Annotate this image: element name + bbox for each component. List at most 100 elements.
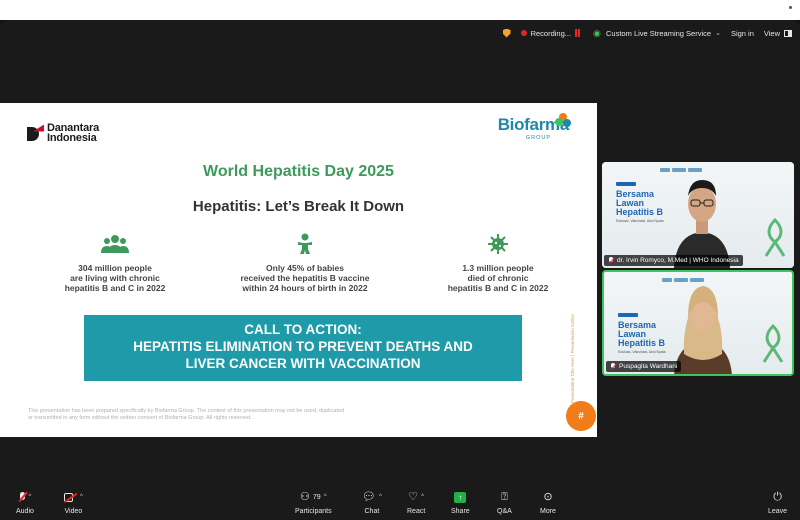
participants-icon: ⚇	[300, 491, 310, 503]
poster-tag	[616, 182, 636, 186]
stat2-line2: received the hepatitis B vaccine	[240, 273, 370, 283]
biofarma-group-label: GROUP	[525, 135, 551, 141]
poster-tag	[618, 313, 638, 317]
participant-name: Puspagita Wardhani	[619, 363, 678, 370]
view-button[interactable]: View	[764, 29, 792, 38]
poster-small-text: Edukasi, Vaksinasi, Aksi Nyata	[618, 350, 666, 354]
microphone-muted-icon	[19, 491, 26, 503]
awareness-ribbon-icon	[764, 218, 786, 257]
broadcast-icon: ◉	[593, 27, 601, 38]
participant-count: 79	[312, 493, 321, 501]
video-button[interactable]: ^ Video	[64, 490, 83, 515]
zoom-meeting-window: Recording... ◉ Custom Live Streaming Ser…	[0, 0, 800, 520]
stat1-line1: 304 million people	[78, 263, 152, 273]
participant-name-bar: Puspagita Wardhani	[606, 361, 682, 372]
danantara-mark-icon	[27, 124, 44, 142]
chat-bubble-icon: 💬︎	[362, 491, 376, 503]
window-dot	[789, 6, 792, 9]
qa-button[interactable]: ⍰ Q&A	[497, 490, 512, 515]
stat-babies-vaccinated: Only 45% of babies received the hepatiti…	[225, 233, 385, 293]
window-top-edge	[0, 0, 800, 20]
stat1-line2: are living with chronic	[70, 273, 160, 283]
chevron-up-icon[interactable]: ^	[379, 494, 382, 500]
heart-icon: ♡	[408, 491, 419, 503]
recording-dot-icon	[520, 30, 527, 36]
recording-indicator[interactable]: Recording...	[520, 28, 583, 38]
slide-subtitle: Hepatitis: Let’s Break It Down	[192, 198, 405, 215]
audio-button[interactable]: ^ Audio	[16, 490, 34, 515]
shield-icon	[502, 28, 511, 38]
meeting-toolbar: ^ Audio ^ Video ⚇ 79 ^ Participants 💬︎ ^	[0, 486, 800, 520]
sign-in-label: Sign in	[730, 28, 754, 38]
participants-label: Participants	[295, 508, 332, 515]
stat2-line1: Only 45% of babies	[266, 263, 344, 273]
cta-line2: HEPATITIS ELIMINATION TO PREVENT DEATHS …	[133, 339, 473, 354]
leave-icon: ⏻	[773, 491, 782, 503]
recording-pause-icon[interactable]	[575, 29, 583, 37]
chat-button[interactable]: 💬︎ ^ Chat	[362, 490, 382, 515]
chevron-up-icon[interactable]: ^	[80, 494, 83, 500]
cta-line3: LIVER CANCER WITH VACCINATION	[185, 356, 421, 371]
chevron-up-icon[interactable]: ^	[29, 494, 32, 500]
leave-label: Leave	[768, 508, 788, 515]
mic-muted-icon	[608, 257, 614, 264]
active-speaker-video-tile[interactable]: Bersama Lawan Hepatitis B Edukasi, Vaksi…	[602, 270, 794, 376]
poster-line3: Hepatitis B	[618, 338, 666, 348]
view-label: View	[763, 28, 780, 38]
call-to-action-banner: CALL TO ACTION: HEPATITIS ELIMINATION TO…	[84, 315, 522, 381]
stat3-line2: died of chronic	[467, 273, 529, 283]
layout-view-icon	[784, 29, 792, 37]
react-button[interactable]: ♡ ^ React	[407, 490, 425, 515]
recording-label: Recording...	[530, 28, 572, 38]
participant-video-tile[interactable]: Bersama Lawan Hepatitis B Edukasi, Vaksi…	[602, 162, 794, 268]
poster-small-text: Edukasi, Vaksinasi, Aksi Nyata	[616, 219, 664, 223]
security-status[interactable]	[502, 28, 511, 38]
mic-muted-icon	[610, 363, 616, 370]
sign-in-link[interactable]: Sign in	[731, 29, 754, 38]
live-streaming-indicator[interactable]: ◉ Custom Live Streaming Service ⌄	[593, 27, 721, 38]
share-label: Share	[451, 508, 470, 515]
danantara-logo-line2: Indonesia	[47, 132, 97, 144]
stat1-line3: hepatitis B and C in 2022	[64, 283, 166, 293]
audio-label: Audio	[16, 508, 34, 515]
more-label: More	[540, 508, 556, 515]
qa-label: Q&A	[497, 508, 512, 515]
stat-deaths: 1.3 million people died of chronic hepat…	[418, 233, 578, 293]
biofarma-logo: Biofarma GROUP	[498, 113, 571, 141]
participant-video-feed	[674, 180, 730, 268]
meeting-status-bar: Recording... ◉ Custom Live Streaming Ser…	[502, 24, 792, 42]
danantara-logo: Danantara Indonesia	[27, 123, 99, 144]
slide-page-badge: #	[566, 401, 596, 431]
stat3-line1: 1.3 million people	[462, 263, 534, 273]
more-button[interactable]: ⊙ More	[540, 490, 556, 515]
participant-name: dr. Irvin Romyco, M.Med | WHO Indonesia	[617, 257, 739, 264]
baby-icon	[290, 233, 320, 255]
biofarma-flower-icon	[555, 113, 571, 129]
chevron-up-icon[interactable]: ^	[421, 494, 424, 500]
chevron-down-icon: ⌄	[715, 30, 721, 37]
camera-off-icon	[64, 492, 77, 502]
stat2-line3: within 24 hours of birth in 2022	[242, 283, 368, 293]
virus-icon	[483, 233, 513, 255]
chevron-up-icon[interactable]: ^	[324, 494, 327, 500]
react-label: React	[407, 508, 426, 515]
participants-button[interactable]: ⚇ 79 ^ Participants	[295, 490, 332, 515]
slide-title: World Hepatitis Day 2025	[203, 163, 394, 180]
share-button[interactable]: ↑ Share	[451, 490, 470, 515]
share-screen-icon: ↑	[454, 491, 467, 503]
stat-living-with-hepatitis: 304 million people are living with chron…	[35, 233, 195, 293]
people-group-icon	[100, 233, 130, 255]
question-icon: ⍰	[501, 491, 508, 503]
video-label: Video	[64, 508, 83, 515]
more-icon: ⊙	[543, 491, 553, 503]
streaming-label: Custom Live Streaming Service	[606, 28, 712, 38]
stat3-line3: hepatitis B and C in 2022	[447, 283, 549, 293]
poster-line3: Hepatitis B	[616, 207, 664, 217]
chat-label: Chat	[364, 508, 380, 515]
cta-line1: CALL TO ACTION:	[244, 322, 362, 337]
participant-name-bar: dr. Irvin Romyco, M.Med | WHO Indonesia	[604, 255, 743, 266]
awareness-ribbon-icon	[762, 324, 784, 363]
participant-video-feed	[674, 286, 732, 374]
leave-button[interactable]: ⏻ Leave	[768, 490, 787, 515]
slide-side-caption: Presentation Title Here | Presentation A…	[570, 314, 575, 403]
